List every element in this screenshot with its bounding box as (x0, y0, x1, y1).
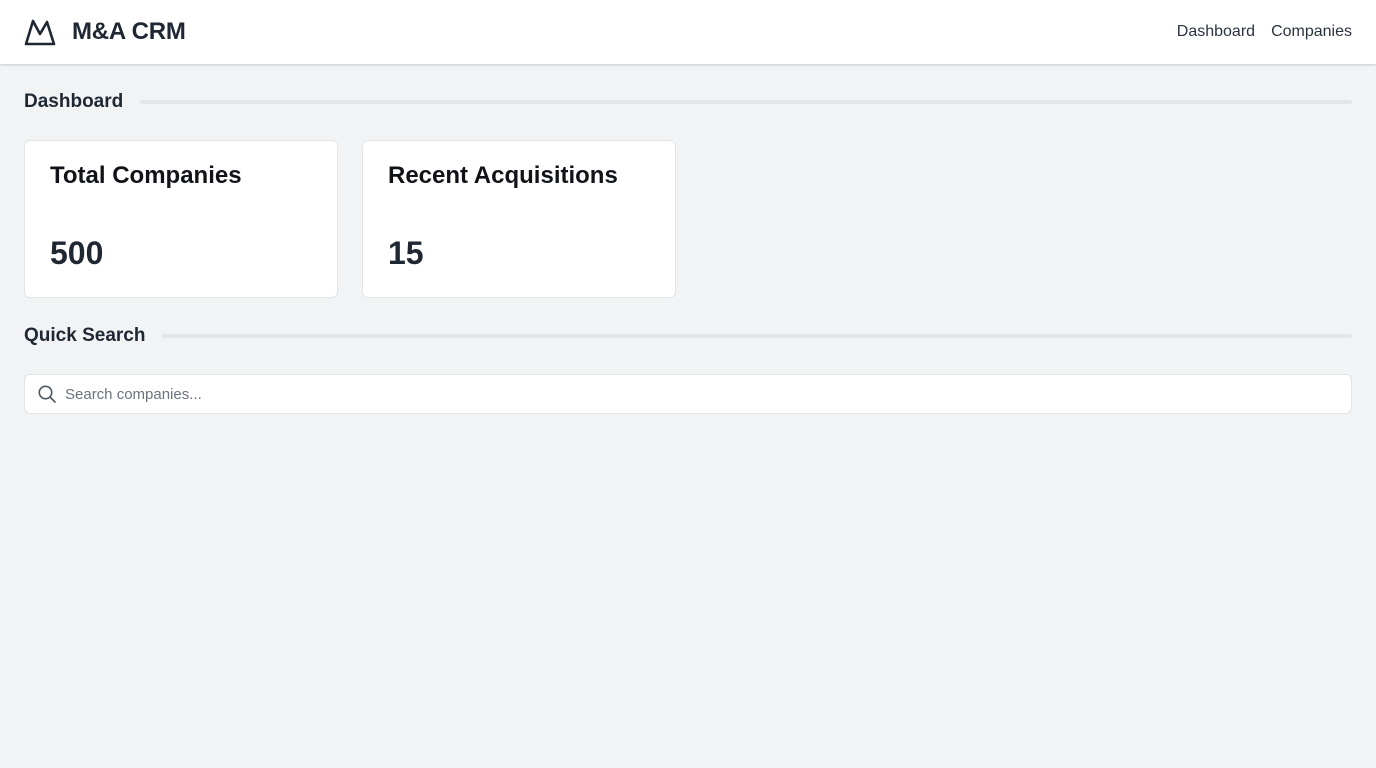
main-nav: Dashboard Companies (1161, 23, 1352, 41)
card-title: Recent Acquisitions (388, 162, 618, 189)
recent-acquisitions-card: Recent Acquisitions 15 (362, 140, 676, 298)
mountain-icon (24, 18, 56, 46)
search-box (24, 374, 1352, 414)
app-title: M&A CRM (72, 18, 186, 45)
dashboard-section-header: Dashboard (24, 89, 1352, 115)
nav-link-dashboard[interactable]: Dashboard (1177, 23, 1255, 41)
nav-link-companies[interactable]: Companies (1271, 23, 1352, 41)
brand-link[interactable]: M&A CRM (24, 18, 186, 46)
quick-search-heading: Quick Search (24, 325, 146, 346)
total-companies-card: Total Companies 500 (24, 140, 338, 298)
section-divider (162, 334, 1352, 338)
search-input[interactable] (65, 375, 1351, 413)
dashboard-heading: Dashboard (24, 91, 124, 112)
top-navbar: M&A CRM Dashboard Companies (0, 0, 1376, 64)
card-value: 15 (388, 235, 424, 271)
quick-search-section-header: Quick Search (24, 323, 1352, 349)
search-icon (37, 384, 57, 404)
card-value: 500 (50, 235, 104, 271)
section-divider (140, 100, 1352, 104)
card-title: Total Companies (50, 162, 242, 189)
